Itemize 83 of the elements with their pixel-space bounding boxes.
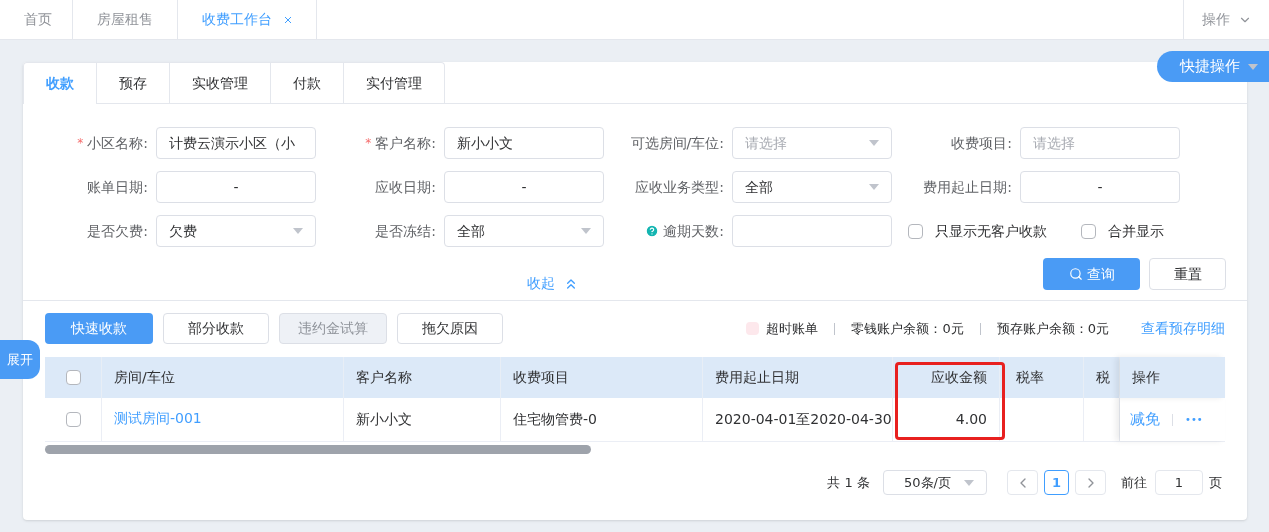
field-label: 费用起止日期: bbox=[923, 177, 1012, 197]
input-field[interactable]: 新小小文 bbox=[444, 127, 604, 159]
required-mark: * bbox=[77, 135, 84, 152]
help-icon bbox=[645, 224, 660, 238]
column-header: 操作 bbox=[1120, 357, 1225, 398]
field-label: 小区名称: bbox=[87, 133, 148, 153]
checkbox-label: 合并显示 bbox=[1108, 221, 1164, 241]
table-cell-text: 住宅物管费-0 bbox=[513, 410, 597, 429]
column-header: 税率 bbox=[1000, 357, 1084, 398]
date-range-field[interactable]: - bbox=[1020, 171, 1180, 203]
page-input[interactable]: 1 bbox=[1155, 470, 1203, 495]
detail-link[interactable]: 查看预存明细 bbox=[1141, 318, 1225, 339]
column-header: 费用起止日期 bbox=[703, 357, 893, 398]
dropdown-caret-icon bbox=[964, 479, 974, 486]
search-button[interactable]: 查询 bbox=[1043, 258, 1140, 290]
expand-tab[interactable]: 展开 bbox=[0, 340, 40, 379]
caret-icon bbox=[1248, 63, 1258, 70]
table-cell-text: 4.00 bbox=[955, 410, 987, 429]
dropdown-caret-icon bbox=[869, 140, 879, 146]
actions-menu[interactable]: 操作 bbox=[1183, 0, 1269, 39]
balance-text: 零钱账户余额：0元 bbox=[851, 319, 964, 338]
toolbar-button[interactable]: 快速收款 bbox=[45, 313, 153, 344]
card-tab[interactable]: 收款 bbox=[23, 62, 97, 104]
date-range-field[interactable]: - bbox=[444, 171, 604, 203]
action-link[interactable]: 减免 bbox=[1130, 408, 1160, 431]
input-field[interactable] bbox=[732, 215, 892, 247]
field-label: 可选房间/车位: bbox=[630, 133, 724, 153]
field-label: 账单日期: bbox=[87, 177, 148, 197]
input-field[interactable]: 计费云演示小区（小 bbox=[156, 127, 316, 159]
date-range-field[interactable]: - bbox=[156, 171, 316, 203]
card-tab[interactable]: 付款 bbox=[271, 62, 344, 103]
horizontal-scrollbar[interactable] bbox=[45, 444, 591, 454]
row-checkbox[interactable] bbox=[65, 412, 81, 427]
column-header: 客户名称 bbox=[344, 357, 501, 398]
toolbar-button[interactable]: 拖欠原因 bbox=[397, 313, 503, 344]
goto-label: 前往 bbox=[1121, 473, 1147, 492]
room-link[interactable]: 测试房间-001 bbox=[114, 408, 202, 429]
toolbar-button[interactable]: 部分收款 bbox=[163, 313, 269, 344]
legend-label: 超时账单 bbox=[766, 319, 819, 338]
collapse-link[interactable]: 收起 bbox=[527, 273, 579, 294]
field-label: 客户名称: bbox=[375, 133, 436, 153]
column-header: 收费项目 bbox=[501, 357, 703, 398]
total-count: 共 1 条 bbox=[827, 473, 870, 492]
select-field[interactable]: 请选择 bbox=[732, 127, 892, 159]
checkbox[interactable] bbox=[908, 223, 923, 239]
field-label: 应收业务类型: bbox=[635, 177, 724, 197]
page-button[interactable]: 1 bbox=[1044, 470, 1069, 495]
balance-text: 预存账户余额：0元 bbox=[996, 319, 1109, 338]
select-field[interactable]: 欠费 bbox=[156, 215, 316, 247]
select-all-checkbox[interactable] bbox=[65, 370, 81, 385]
column-header: 房间/车位 bbox=[102, 357, 344, 398]
dropdown-caret-icon bbox=[581, 228, 591, 234]
column-header: 应收金额 bbox=[893, 357, 1000, 398]
dropdown-caret-icon bbox=[869, 184, 879, 190]
search-icon bbox=[1068, 267, 1083, 281]
reset-button[interactable]: 重置 bbox=[1149, 258, 1226, 290]
next-page-button[interactable] bbox=[1075, 470, 1106, 495]
page-tab[interactable]: 首页 bbox=[0, 0, 73, 39]
previous-page-button[interactable] bbox=[1007, 470, 1038, 495]
select-field[interactable]: 全部 bbox=[444, 215, 604, 247]
dropdown-caret-icon bbox=[293, 228, 303, 234]
page-suffix: 页 bbox=[1209, 473, 1222, 492]
card-tab[interactable]: 实收管理 bbox=[170, 62, 271, 103]
close-icon[interactable] bbox=[284, 15, 292, 24]
page-size-select[interactable]: 50条/页 bbox=[883, 470, 987, 495]
quick-actions-button[interactable]: 快捷操作 bbox=[1157, 51, 1269, 82]
card-tab[interactable]: 实付管理 bbox=[344, 62, 445, 103]
field-label: 逾期天数: bbox=[663, 221, 724, 241]
table-cell-text: 新小小文 bbox=[356, 410, 412, 429]
field-label: 是否欠费: bbox=[87, 221, 148, 241]
card-tab[interactable]: 预存 bbox=[97, 62, 170, 103]
checkbox[interactable] bbox=[1081, 223, 1096, 239]
more-actions-link[interactable]: ••• bbox=[1185, 412, 1203, 427]
checkbox-label: 只显示无客户收款 bbox=[935, 221, 1047, 241]
select-field[interactable]: 全部 bbox=[732, 171, 892, 203]
field-label: 应收日期: bbox=[375, 177, 436, 197]
field-label: 收费项目: bbox=[951, 133, 1012, 153]
input-field[interactable]: 请选择 bbox=[1020, 127, 1180, 159]
page-tab[interactable]: 房屋租售 bbox=[73, 0, 178, 39]
required-mark: * bbox=[365, 135, 372, 152]
table-cell-text: 2020-04-01至2020-04-30 bbox=[715, 410, 892, 429]
page-tab[interactable]: 收费工作台 bbox=[178, 0, 317, 39]
field-label: 是否冻结: bbox=[375, 221, 436, 241]
